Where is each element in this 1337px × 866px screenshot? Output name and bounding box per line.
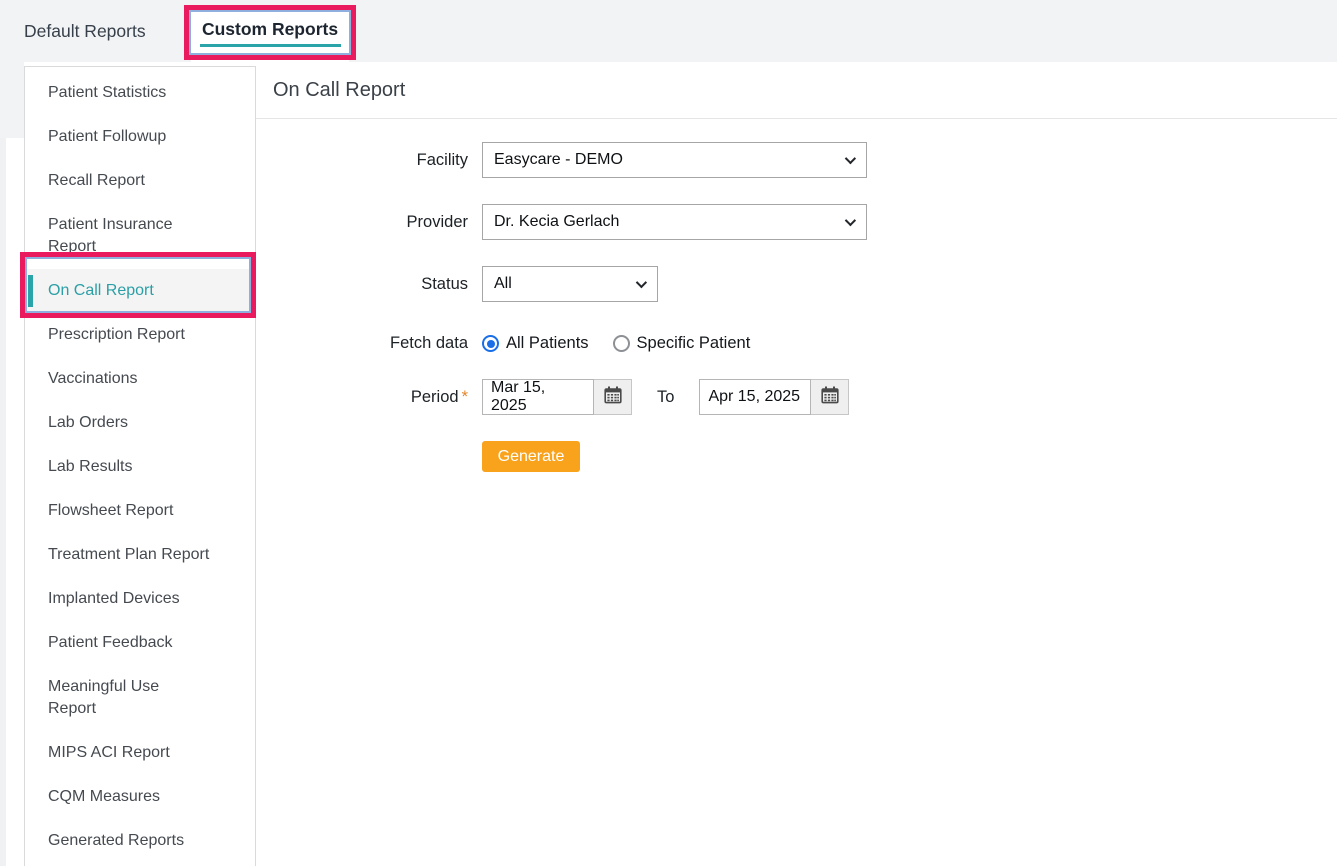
report-sidebar: Patient Statistics Patient Followup Recall… — [24, 66, 256, 866]
chevron-down-icon — [845, 215, 856, 226]
on-call-report-form: Facility Easycare - DEMO Provider Dr. Ke… — [256, 119, 1337, 472]
period-to-value: Apr 15, 2025 — [708, 388, 800, 406]
radio-specific-patient-label: Specific Patient — [637, 334, 751, 353]
sidebar-item-lab-orders[interactable]: Lab Orders — [25, 401, 255, 445]
period-to-calendar-button[interactable] — [811, 379, 849, 415]
facility-select[interactable]: Easycare - DEMO — [482, 142, 867, 178]
radio-unselected-icon[interactable] — [613, 335, 630, 352]
period-from-input[interactable]: Mar 15, 2025 — [482, 379, 594, 415]
sidebar-item-meaningful-use-report[interactable]: Meaningful Use Report — [25, 665, 255, 731]
provider-select[interactable]: Dr. Kecia Gerlach — [482, 204, 867, 240]
period-from-datebox: Mar 15, 2025 — [482, 379, 632, 415]
left-gutter — [0, 62, 24, 138]
active-tab-underline — [200, 44, 341, 47]
report-type-tabbar: Default Reports Custom Reports — [0, 0, 1337, 62]
provider-row: Provider Dr. Kecia Gerlach — [256, 204, 1337, 240]
radio-specific-patient[interactable]: Specific Patient — [613, 334, 751, 353]
tab-default-reports-label: Default Reports — [24, 21, 146, 42]
sidebar-item-label: MIPS ACI Report — [48, 744, 170, 761]
calendar-icon — [821, 386, 839, 409]
radio-all-patients[interactable]: All Patients — [482, 334, 589, 353]
period-from-value: Mar 15, 2025 — [491, 379, 585, 415]
period-label-text: Period — [411, 388, 459, 406]
content-header: On Call Report — [256, 62, 1337, 119]
period-from-calendar-button[interactable] — [594, 379, 632, 415]
facility-row: Facility Easycare - DEMO — [256, 142, 1337, 178]
calendar-icon — [604, 386, 622, 409]
sidebar-item-prescription-report[interactable]: Prescription Report — [25, 313, 255, 357]
radio-selected-icon[interactable] — [482, 335, 499, 352]
generate-row: Generate — [256, 441, 1337, 472]
sidebar-item-label: Meaningful Use Report — [48, 678, 159, 717]
provider-select-value: Dr. Kecia Gerlach — [494, 213, 619, 231]
main-content: On Call Report Facility Easycare - DEMO … — [256, 62, 1337, 866]
sidebar-item-label: On Call Report — [48, 282, 154, 299]
sidebar-item-label: Implanted Devices — [48, 590, 180, 607]
facility-label: Facility — [256, 151, 468, 170]
sidebar-item-label: Patient Feedback — [48, 634, 173, 651]
generate-button[interactable]: Generate — [482, 441, 580, 472]
sidebar-item-cqm-measures[interactable]: CQM Measures — [25, 775, 255, 819]
tab-custom-reports[interactable]: Custom Reports — [191, 12, 349, 62]
sidebar-item-recall-report[interactable]: Recall Report — [25, 159, 255, 203]
sidebar-item-label: Patient Followup — [48, 128, 166, 145]
sidebar-item-label: Patient Statistics — [48, 84, 166, 101]
sidebar-item-patient-statistics[interactable]: Patient Statistics — [25, 71, 255, 115]
sidebar-item-label: Lab Orders — [48, 414, 128, 431]
sidebar-item-label: Flowsheet Report — [48, 502, 173, 519]
sidebar-item-flowsheet-report[interactable]: Flowsheet Report — [25, 489, 255, 533]
facility-select-value: Easycare - DEMO — [494, 151, 623, 169]
tab-custom-reports-label: Custom Reports — [202, 19, 338, 40]
fetch-data-radio-group: All Patients Specific Patient — [482, 334, 750, 353]
sidebar-item-on-call-report[interactable]: On Call Report — [25, 269, 255, 313]
status-row: Status All — [256, 266, 1337, 302]
sidebar-item-patient-followup[interactable]: Patient Followup — [25, 115, 255, 159]
fetch-data-row: Fetch data All Patients Specific Patient — [256, 334, 1337, 353]
required-asterisk: * — [462, 388, 468, 406]
tab-default-reports[interactable]: Default Reports — [24, 0, 146, 62]
period-to-input[interactable]: Apr 15, 2025 — [699, 379, 811, 415]
period-label: Period* — [256, 388, 468, 407]
sidebar-item-label: CQM Measures — [48, 788, 160, 805]
sidebar-item-vaccinations[interactable]: Vaccinations — [25, 357, 255, 401]
provider-label: Provider — [256, 213, 468, 232]
radio-all-patients-label: All Patients — [506, 334, 589, 353]
period-to-label: To — [657, 388, 674, 407]
status-select[interactable]: All — [482, 266, 658, 302]
left-edge-strip — [0, 138, 6, 866]
period-to-datebox: Apr 15, 2025 — [699, 379, 849, 415]
reports-page: Default Reports Custom Reports Patient S… — [0, 0, 1337, 866]
sidebar-item-label: Patient Insurance Report — [48, 216, 173, 255]
sidebar-item-label: Prescription Report — [48, 326, 185, 343]
sidebar-item-implanted-devices[interactable]: Implanted Devices — [25, 577, 255, 621]
sidebar-item-label: Recall Report — [48, 172, 145, 189]
sidebar-item-label: Vaccinations — [48, 370, 138, 387]
sidebar-item-label: Generated Reports — [48, 832, 184, 849]
chevron-down-icon — [636, 277, 647, 288]
sidebar-item-patient-feedback[interactable]: Patient Feedback — [25, 621, 255, 665]
status-label: Status — [256, 275, 468, 294]
fetch-data-label: Fetch data — [256, 334, 468, 353]
page-title: On Call Report — [273, 79, 1337, 102]
sidebar-item-label: Lab Results — [48, 458, 133, 475]
sidebar-item-label: Treatment Plan Report — [48, 546, 209, 563]
sidebar-item-lab-results[interactable]: Lab Results — [25, 445, 255, 489]
status-select-value: All — [494, 275, 512, 293]
sidebar-item-patient-insurance-report[interactable]: Patient Insurance Report — [25, 203, 255, 269]
period-row: Period* Mar 15, 2025 — [256, 379, 1337, 415]
sidebar-list: Patient Statistics Patient Followup Recall… — [25, 71, 255, 863]
sidebar-item-generated-reports[interactable]: Generated Reports — [25, 819, 255, 863]
sidebar-item-mips-aci-report[interactable]: MIPS ACI Report — [25, 731, 255, 775]
chevron-down-icon — [845, 153, 856, 164]
sidebar-item-treatment-plan-report[interactable]: Treatment Plan Report — [25, 533, 255, 577]
